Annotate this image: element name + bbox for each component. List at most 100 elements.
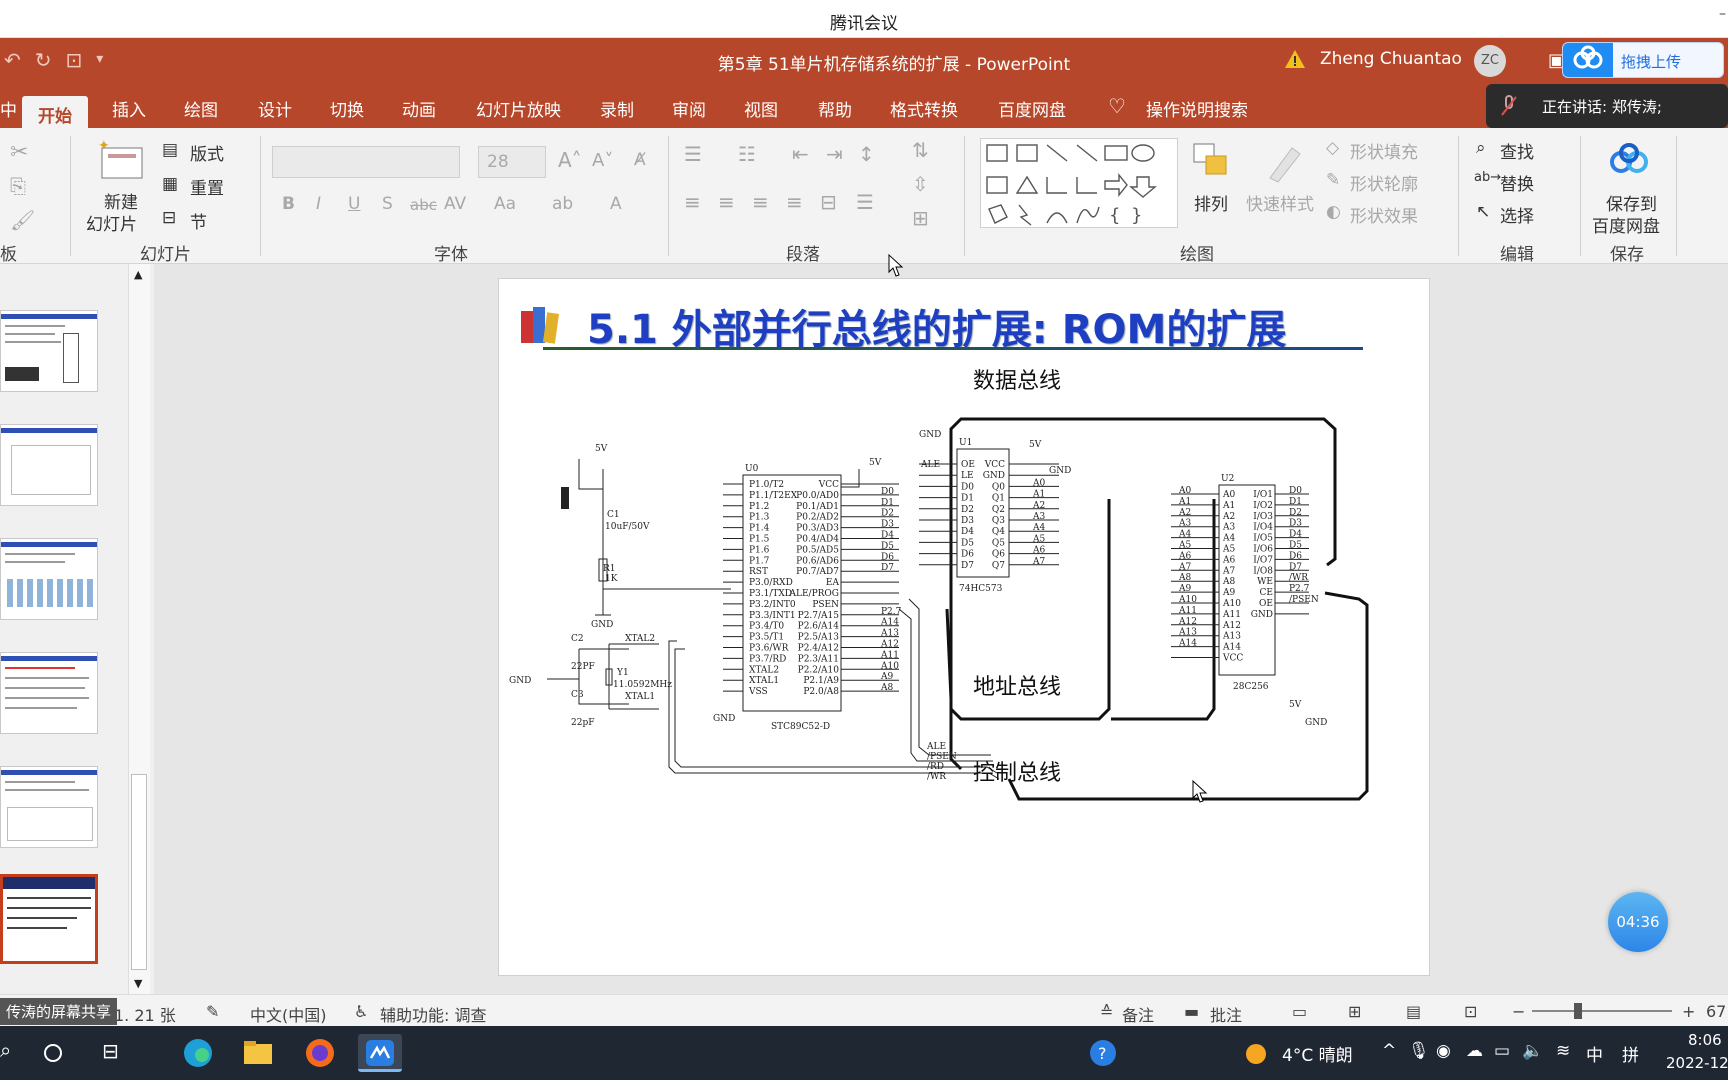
reset-icon[interactable]: ▦ [162,174,178,194]
slide-thumbnail[interactable] [0,538,98,620]
user-name[interactable]: Zheng Chuantao [1320,49,1462,69]
font-color-icon[interactable]: A [610,194,622,214]
shapes-gallery[interactable]: { } [980,138,1178,228]
tab-draw[interactable]: 绘图 [184,96,218,121]
zoom-in-button[interactable]: + [1682,1002,1695,1021]
format-painter-icon[interactable]: 🖌 [10,208,35,232]
arrange-icon[interactable] [1190,140,1234,184]
tray-overflow-icon[interactable]: ^ [1382,1041,1396,1061]
thumbnail-scrollbar[interactable]: ▲ ▼ [128,264,150,994]
font-name-input[interactable] [272,146,460,178]
new-slide-icon[interactable]: ✦ [96,140,148,184]
avatar[interactable]: ZC [1474,45,1506,77]
tab-insert[interactable]: 插入 [112,96,146,121]
zoom-out-button[interactable]: − [1512,1002,1525,1021]
task-view-icon[interactable]: ⊟ [102,1039,119,1063]
find-button[interactable]: 查找 [1500,138,1534,163]
comments-button[interactable]: 批注 [1210,1002,1242,1026]
tab-partial[interactable]: 中 [0,96,17,121]
slide[interactable]: 5.1 外部并行总线的扩展: ROM的扩展 .t{font-family:"De… [498,278,1430,976]
start-partial-icon[interactable]: ⌕ [0,1038,11,1062]
text-direction-icon[interactable]: ⇅ [912,138,929,162]
control-bus-label[interactable]: 控制总线 [973,755,1061,787]
highlight-icon[interactable]: ab [552,194,573,214]
search-circle-icon[interactable] [42,1042,64,1064]
search-icon[interactable]: ⌕ [1476,138,1486,158]
shrink-font-icon[interactable]: A˅ [592,150,613,171]
mic-tray-icon[interactable]: 🎙 [1408,1041,1430,1061]
scroll-down-icon[interactable]: ▼ [134,977,142,990]
tab-slideshow[interactable]: 幻灯片放映 [476,96,561,121]
layout-button[interactable]: 版式 [190,140,224,165]
align-center-icon[interactable]: ≡ [718,190,735,214]
tab-home[interactable]: 开始 [22,96,88,128]
tab-view[interactable]: 视图 [744,96,778,121]
tab-baidu-netdisk[interactable]: 百度网盘 [998,96,1066,121]
font-size-input[interactable]: 28 [478,146,546,178]
shadow-icon[interactable]: S [382,194,393,214]
shape-fill-icon[interactable]: ◇ [1326,138,1339,158]
cut-icon[interactable]: ✂ [10,140,28,165]
increase-indent-icon[interactable]: ⇥ [826,142,843,166]
edge-browser-icon[interactable] [176,1034,220,1072]
accessibility-status[interactable]: 辅助功能: 调查 [380,1002,486,1026]
quick-styles-button[interactable]: 快速样式 [1246,190,1314,215]
scrollbar-thumb[interactable] [131,774,147,970]
italic-icon[interactable]: I [316,194,321,214]
slideshow-view-icon[interactable]: ⊡ [1464,1002,1477,1021]
ime-mode-indicator[interactable]: 拼 [1622,1041,1639,1066]
zoom-level[interactable]: 67 [1706,1002,1726,1021]
numbering-icon[interactable]: ☷ [738,142,756,166]
select-arrow-icon[interactable]: ↖ [1476,202,1490,222]
line-spacing-icon[interactable]: ↕ [858,142,875,166]
clear-format-icon[interactable]: Ⱥ [634,150,646,170]
weather-text[interactable]: 4°C 晴朗 [1282,1041,1353,1066]
section-icon[interactable]: ⊟ [162,208,176,228]
scroll-up-icon[interactable]: ▲ [134,268,142,281]
char-spacing-icon[interactable]: AV [444,194,466,214]
copy-icon[interactable]: ⎘ [10,174,26,198]
comments-icon[interactable]: ▬ [1184,1002,1199,1021]
language-indicator[interactable]: 中文(中国) [250,1002,327,1026]
strikethrough-icon[interactable]: abc [410,196,437,214]
slide-thumbnail[interactable] [0,652,98,734]
address-bus-label[interactable]: 地址总线 [973,669,1061,701]
justify-icon[interactable]: ≡ [786,190,803,214]
slide-count[interactable]: 1. 21 张 [114,1002,176,1026]
slide-thumbnail[interactable] [0,424,98,506]
notes-icon[interactable]: ≙ [1100,1002,1113,1021]
tell-me-search[interactable]: 操作说明搜索 [1146,96,1248,121]
align-right-icon[interactable]: ≡ [752,190,769,214]
firefox-icon[interactable] [298,1034,342,1072]
onedrive-icon[interactable]: ☁ [1466,1041,1483,1061]
tab-record[interactable]: 录制 [600,96,634,121]
clock-time[interactable]: 8:06 [1688,1031,1722,1049]
replace-button[interactable]: 替换 [1500,170,1534,195]
align-left-icon[interactable]: ≡ [684,190,701,214]
tab-design[interactable]: 设计 [258,96,292,121]
shape-outline-icon[interactable]: ✎ [1326,170,1340,190]
slide-sorter-icon[interactable]: ⊞ [1348,1002,1361,1021]
help-icon[interactable]: ? [1088,1038,1118,1068]
save-to-label-2[interactable]: 百度网盘 [1592,212,1660,237]
volume-icon[interactable]: 🔈 [1522,1041,1543,1061]
slide-thumbnail[interactable] [0,310,98,392]
minimize-button[interactable]: – [1719,6,1726,22]
spelling-icon[interactable]: ✎ [206,1002,219,1021]
decrease-indent-icon[interactable]: ⇤ [792,142,809,166]
reading-view-icon[interactable]: ▤ [1406,1002,1421,1021]
bold-icon[interactable]: B [282,194,295,214]
accessibility-icon[interactable]: ♿ [354,1002,368,1021]
grow-font-icon[interactable]: A˄ [558,148,582,172]
tab-review[interactable]: 审阅 [672,96,706,121]
zoom-slider-handle[interactable] [1574,1003,1582,1019]
baidu-upload-button[interactable]: 拖拽上传 [1562,42,1724,78]
notes-button[interactable]: 备注 [1122,1002,1154,1026]
tab-animations[interactable]: 动画 [402,96,436,121]
qq-tray-icon[interactable]: ◉ [1436,1041,1451,1061]
shape-fill-button[interactable]: 形状填充 [1350,138,1418,163]
slide-thumbnail[interactable] [0,766,98,848]
distribute-icon[interactable]: ⊟ [820,190,837,214]
wifi-icon[interactable]: ≋ [1556,1041,1570,1061]
section-button[interactable]: 节 [190,208,207,233]
